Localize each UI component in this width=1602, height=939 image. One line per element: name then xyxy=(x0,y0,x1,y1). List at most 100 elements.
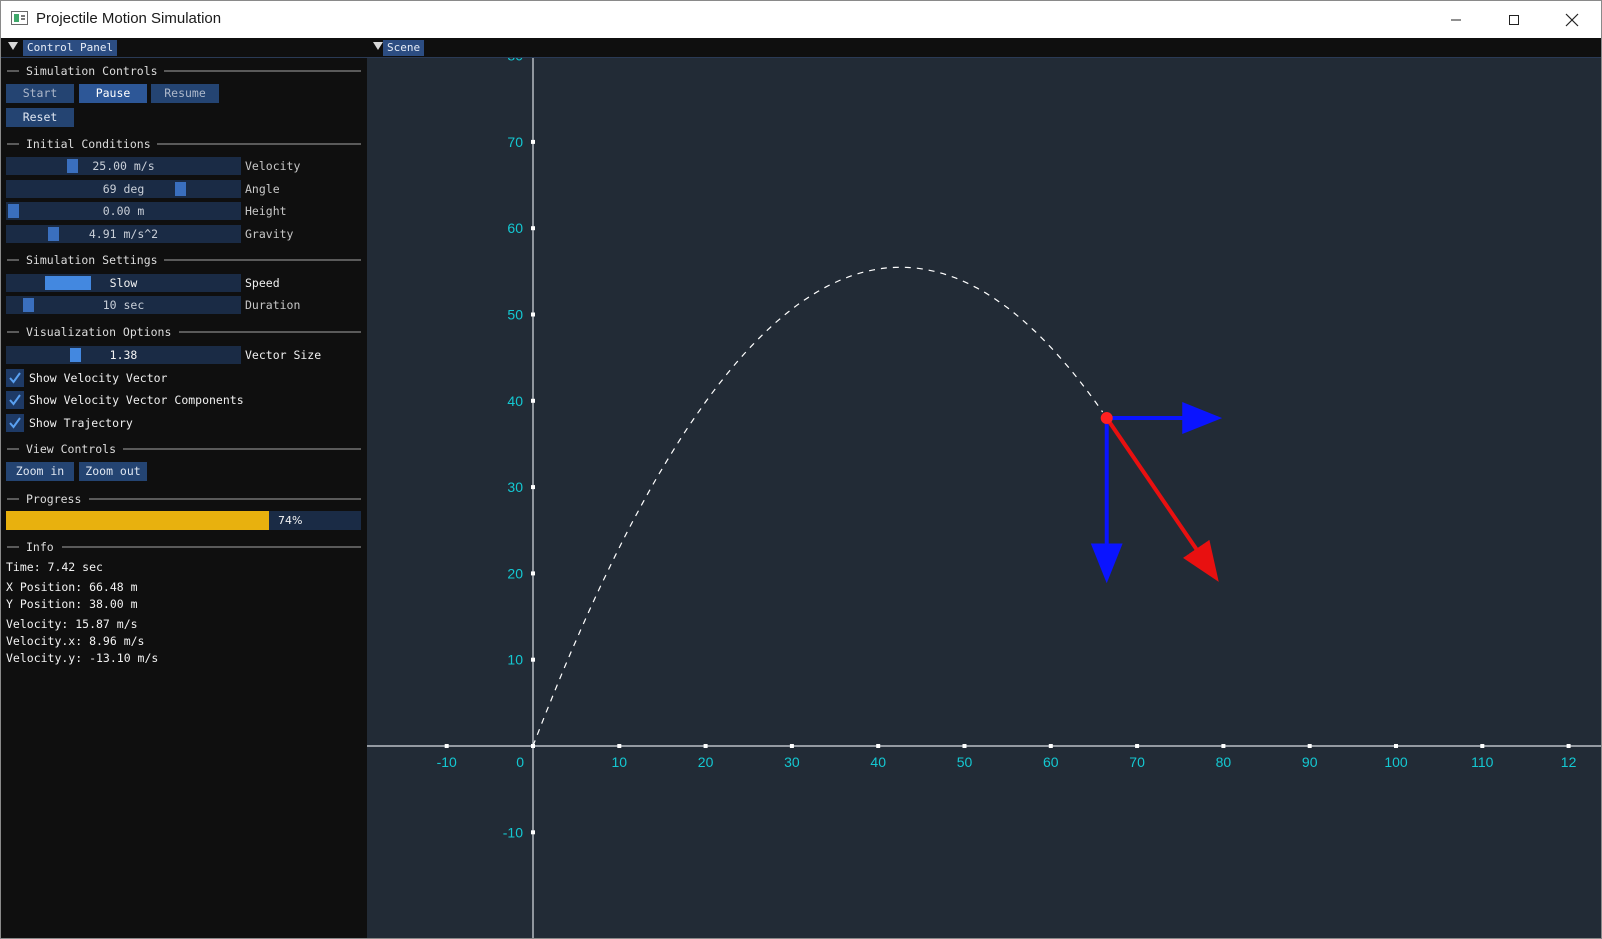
height-slider[interactable]: 0.00 m xyxy=(6,202,241,220)
gravity-label: Gravity xyxy=(245,227,294,241)
section-title: Progress xyxy=(26,492,82,506)
progress-fill xyxy=(6,511,269,530)
progress-bar: 74% xyxy=(6,511,361,530)
y-tick-mark xyxy=(531,485,535,490)
y-tick-mark xyxy=(531,571,535,576)
x-tick-mark xyxy=(1135,744,1140,748)
checkmark-icon xyxy=(9,417,21,429)
x-tick-mark xyxy=(962,744,967,748)
slider-value: 4.91 m/s^2 xyxy=(88,227,159,241)
y-tick-label: 20 xyxy=(507,565,523,581)
x-tick-mark xyxy=(1048,744,1053,748)
slider-value: Slow xyxy=(109,276,138,290)
info-velocity: Velocity: 15.87 m/s xyxy=(6,617,138,631)
show-trajectory-checkbox[interactable] xyxy=(6,414,24,432)
x-tick-mark xyxy=(1394,744,1398,748)
section-visualization-options: Visualization Options xyxy=(7,325,361,339)
section-progress: Progress xyxy=(7,492,361,506)
y-tick-label: 50 xyxy=(507,307,523,323)
x-tick-label: 80 xyxy=(1216,754,1232,770)
x-tick-label: -10 xyxy=(437,754,457,770)
title-bar[interactable]: Projectile Motion Simulation xyxy=(1,1,1601,38)
close-icon xyxy=(1565,13,1579,26)
slider-value: 10 sec xyxy=(102,298,145,312)
scene-canvas[interactable]: -100102030405060708090100110128070605040… xyxy=(367,38,1601,938)
speed-slider[interactable]: Slow xyxy=(6,274,241,292)
section-view-controls: View Controls xyxy=(7,442,361,456)
info-x-position: X Position: 66.48 m xyxy=(6,580,138,594)
velocity-vector-arrow xyxy=(1105,416,1219,582)
vector-size-slider[interactable]: 1.38 xyxy=(6,346,241,364)
close-button[interactable] xyxy=(1543,1,1601,38)
speed-label: Speed xyxy=(245,276,280,290)
y-tick-mark xyxy=(531,139,535,144)
duration-slider[interactable]: 10 sec xyxy=(6,296,241,314)
x-tick-label: 50 xyxy=(957,754,973,770)
x-tick-mark xyxy=(617,744,622,748)
collapse-triangle-icon[interactable] xyxy=(373,42,383,50)
slider-value: 0.00 m xyxy=(102,204,145,218)
zoom-in-button[interactable]: Zoom in xyxy=(6,462,74,481)
x-tick-label: 70 xyxy=(1129,754,1145,770)
trajectory-path xyxy=(532,266,1104,747)
x-tick-mark xyxy=(1307,744,1312,748)
y-tick-label: 30 xyxy=(507,479,523,495)
x-tick-mark xyxy=(1221,744,1226,748)
minimize-icon xyxy=(1451,19,1461,20)
maximize-button[interactable] xyxy=(1485,1,1543,38)
progress-text: 74% xyxy=(278,514,303,527)
app-window: Projectile Motion Simulation Control Pan… xyxy=(0,0,1602,939)
info-velocity-x: Velocity.x: 8.96 m/s xyxy=(6,634,145,648)
control-panel: Control Panel Simulation Controls Start … xyxy=(1,38,368,938)
velocity-label: Velocity xyxy=(245,159,301,173)
gravity-slider[interactable]: 4.91 m/s^2 xyxy=(6,225,241,243)
y-tick-label: 40 xyxy=(507,393,523,409)
x-tick-label: 20 xyxy=(698,754,714,770)
section-title: Visualization Options xyxy=(26,325,172,339)
x-tick-label: 12 xyxy=(1561,754,1577,770)
show-trajectory-label: Show Trajectory xyxy=(29,416,133,430)
scene-header[interactable]: Scene xyxy=(367,38,1601,58)
y-tick-label: 60 xyxy=(507,220,523,236)
show-velocity-vector-checkbox[interactable] xyxy=(6,369,24,387)
x-tick-label: 60 xyxy=(1043,754,1059,770)
resume-button[interactable]: Resume xyxy=(151,84,219,103)
y-tick-mark xyxy=(531,226,535,231)
checkmark-icon xyxy=(9,372,21,384)
start-button[interactable]: Start xyxy=(6,84,74,103)
section-simulation-settings: Simulation Settings xyxy=(7,253,361,267)
scene-panel[interactable]: Scene -100102030405060708090100110128070… xyxy=(367,38,1601,938)
x-tick-mark xyxy=(703,744,708,748)
checkmark-icon xyxy=(9,394,21,406)
section-title: Simulation Controls xyxy=(26,64,158,78)
control-panel-header[interactable]: Control Panel xyxy=(1,38,367,58)
x-tick-label: 0 xyxy=(516,754,524,770)
minimize-button[interactable] xyxy=(1427,1,1485,38)
x-tick-label: 90 xyxy=(1302,754,1318,770)
collapse-triangle-icon[interactable] xyxy=(8,42,18,50)
section-initial-conditions: Initial Conditions xyxy=(7,137,361,151)
velocity-slider[interactable]: 25.00 m/s xyxy=(6,157,241,175)
show-velocity-components-checkbox[interactable] xyxy=(6,391,24,409)
x-tick-mark xyxy=(444,744,449,748)
control-panel-tab[interactable]: Control Panel xyxy=(23,40,118,56)
vector-size-label: Vector Size xyxy=(245,348,322,362)
y-tick-label: -10 xyxy=(503,824,523,840)
pause-button[interactable]: Pause xyxy=(79,84,147,103)
info-y-position: Y Position: 38.00 m xyxy=(6,597,138,611)
projectile-ball xyxy=(1100,412,1113,425)
show-velocity-components-label: Show Velocity Vector Components xyxy=(29,393,244,407)
y-tick-mark xyxy=(531,398,535,403)
section-title: Simulation Settings xyxy=(26,253,158,267)
zoom-out-button[interactable]: Zoom out xyxy=(79,462,147,481)
height-label: Height xyxy=(245,204,287,218)
x-tick-label: 30 xyxy=(784,754,800,770)
x-tick-mark xyxy=(876,744,881,748)
section-title: Info xyxy=(26,540,54,554)
window-title: Projectile Motion Simulation xyxy=(36,10,222,27)
angle-slider[interactable]: 69 deg xyxy=(6,180,241,198)
x-tick-mark xyxy=(789,744,794,748)
reset-button[interactable]: Reset xyxy=(6,108,74,127)
scene-tab[interactable]: Scene xyxy=(383,40,425,56)
app-icon xyxy=(11,11,28,25)
